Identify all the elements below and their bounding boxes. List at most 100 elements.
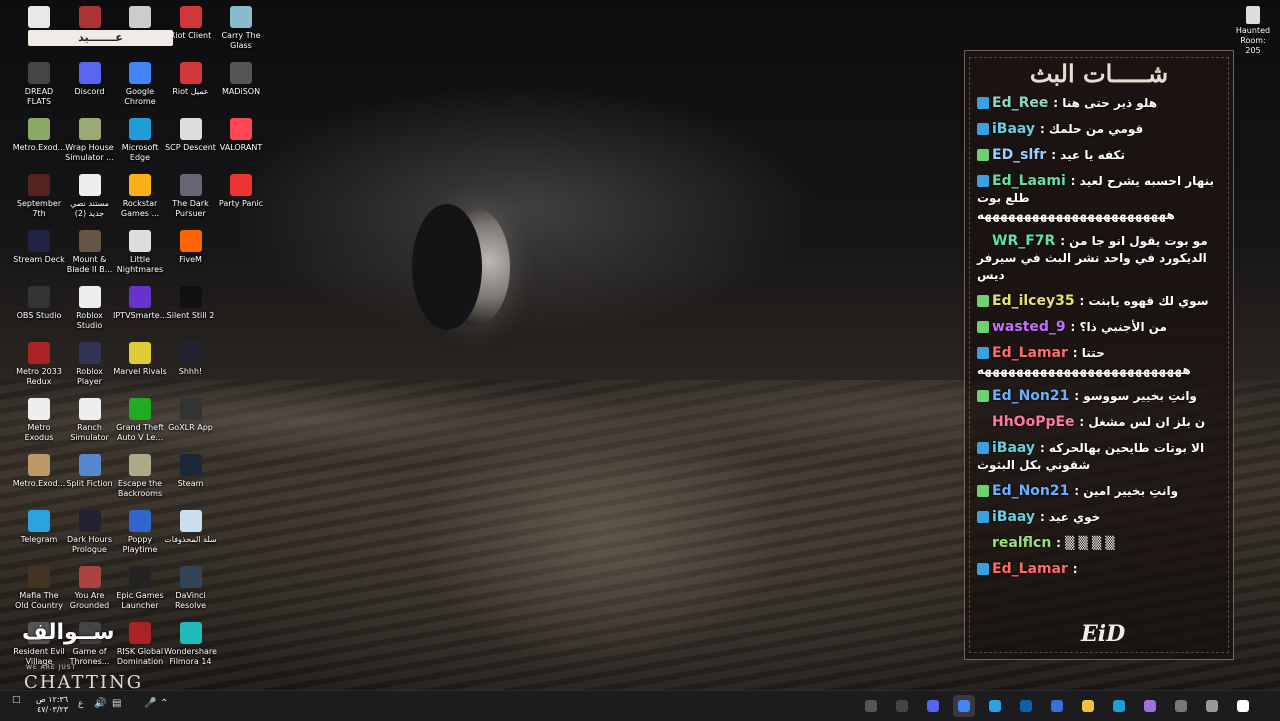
desktop-icon[interactable]: Wrap House Simulator ... [63,116,117,163]
chat-badge-icon [977,321,989,333]
edge-icon[interactable] [1108,695,1130,717]
desktop-icon[interactable]: SCP Descent [164,116,218,153]
network-icon[interactable]: ▤ [112,698,121,709]
desktop-icon[interactable]: Google Chrome [113,60,167,107]
language-indicator[interactable]: ع [78,699,83,709]
discord-icon[interactable] [922,695,944,717]
desktop-icon[interactable]: FiveM [164,228,218,265]
chat-text: : وانتِ بخيير سووسو [1074,389,1197,403]
start-icon[interactable] [1232,695,1254,717]
explorer-icon[interactable] [1077,695,1099,717]
desktop-icon[interactable]: Grand Theft Auto V Le... [113,396,167,443]
app-icon [179,566,202,588]
microphone-icon[interactable]: 🎤 [144,698,156,709]
desktop-icon[interactable]: Metro.Exod... [12,452,66,489]
app-icon [129,118,151,140]
desktop-icon[interactable]: Metro 2033 Redux [12,340,66,387]
desktop-icon[interactable]: VALORANT [214,116,268,153]
desktop-icon[interactable]: DaVinci Resolve [164,564,218,611]
taskview-icon[interactable] [1170,695,1192,717]
desktop-icon-haunted-room[interactable]: Haunted Room: 205 [1232,6,1274,56]
search-icon[interactable] [1201,695,1223,717]
desktop-icon[interactable]: Microsoft Edge [113,116,167,163]
desktop-icon[interactable]: Silent Still 2 [164,284,218,321]
notification-icon[interactable]: □ [12,695,21,705]
desktop-icon[interactable]: Telegram [12,508,66,545]
chat-username: Ed_Ree [992,95,1054,111]
stream-chat-overlay: شـــــات البث Ed_Ree : هلو ذير حتى هنا iB… [964,50,1234,660]
desktop-icon[interactable]: GoXLR App [164,396,218,433]
chat-username: iBaay [992,121,1040,137]
desktop-icon-label: Carry The Glass [221,31,261,50]
app-icon [28,286,50,308]
chat-badge-icon [977,511,989,523]
chat-username: Ed_Non21 [992,483,1075,499]
obs-icon[interactable] [891,695,913,717]
desktop-icon[interactable] [113,4,167,31]
desktop-icon[interactable]: Shhh! [164,340,218,377]
desktop-icon[interactable]: Roblox Studio [63,284,117,331]
desktop-icon[interactable]: You Are Grounded [63,564,117,611]
desktop-icon[interactable]: سلة المحذوفات [164,508,218,545]
desktop-icon-label: DaVinci Resolve [174,591,207,610]
app-icon [78,230,101,252]
desktop-icon[interactable]: Steam [164,452,218,489]
outlook-icon[interactable] [1015,695,1037,717]
desktop-icon[interactable]: Rockstar Games ... [113,172,167,219]
desktop-icon[interactable]: DREAD FLATS [12,60,66,107]
chat-badge-icon [977,123,989,135]
chat-username: HhOoPpEe [992,414,1080,430]
desktop-icon[interactable] [63,4,117,31]
desktop-icon[interactable]: Mafia The Old Country [12,564,66,611]
desktop-icon[interactable]: Marvel Rivals [113,340,167,377]
desktop-icon-label: The Dark Pursuer [172,199,209,218]
app-icon [179,622,202,644]
desktop-icon[interactable]: Stream Deck [12,228,66,265]
desktop-icon[interactable]: Party Panic [214,172,268,209]
desktop-icon[interactable]: Epic Games Launcher [113,564,167,611]
desktop-icon-label: سلة المحذوفات [164,535,217,544]
desktop-icon-label: Dark Hours Prologue [67,535,112,554]
desktop-icon[interactable]: Split Fiction [63,452,117,489]
desktop-icon[interactable]: Mount & Blade II B... [63,228,117,275]
desktop-icon[interactable]: Poppy Playtime [113,508,167,555]
telegram-icon[interactable] [984,695,1006,717]
tray-expand-icon[interactable]: ⌃ [160,698,168,709]
desktop-icon[interactable]: مستند نصي جديد (2) [63,172,117,219]
desktop-icon[interactable]: Metro.Exod... [12,116,66,153]
desktop-icon[interactable]: Little Nightmares [113,228,167,275]
chat-badge-icon [977,97,989,109]
desktop-icon[interactable]: IPTVSmarte... [113,284,167,321]
chat-badge-icon [977,485,989,497]
desktop-icon[interactable]: Ranch Simulator [63,396,117,443]
chat-message: WR_F7R : مو بوت يقول انو جا من الديكورد … [977,233,1227,284]
app-icon [78,510,101,532]
taskbar-clock[interactable]: ١٢:٣٦ ص ٤٧/٠٣/٢٣ [36,695,68,715]
desktop-icon[interactable]: Dark Hours Prologue [63,508,117,555]
chat-message: iBaay : قومي من حلمك [977,121,1227,138]
desktop-icon[interactable]: Escape the Backrooms [113,452,167,499]
app-icon [129,174,151,196]
desktop-icon[interactable]: Carry The Glass [214,4,268,51]
desktop-icon-label: Roblox Player [76,367,103,386]
store-icon[interactable] [1046,695,1068,717]
app-icon [179,286,202,308]
chat-username: Ed_Non21 [992,388,1075,404]
copilot-icon[interactable] [1139,695,1161,717]
desktop-icon[interactable] [12,4,66,31]
desktop-icon[interactable]: OBS Studio [12,284,66,321]
desktop-icon-label: Discord [74,87,105,96]
desktop-icon[interactable]: The Dark Pursuer [164,172,218,219]
desktop-icon[interactable]: September 7th [12,172,66,219]
app-icon [78,6,101,28]
chrome-icon[interactable] [953,695,975,717]
desktop-icon[interactable]: Roblox Player [63,340,117,387]
snip-icon[interactable] [860,695,882,717]
desktop-icon[interactable]: MADiSON [214,60,268,97]
desktop-icon[interactable]: Metro Exodus [12,396,66,443]
desktop-icon[interactable]: Discord [63,60,117,97]
desktop-icon[interactable]: Riot عميل [164,60,218,97]
chat-message: HhOoPpEe : ن بلز ان لس مشغل [977,414,1227,431]
app-icon [28,6,50,28]
volume-icon[interactable]: 🔊 [94,698,106,709]
